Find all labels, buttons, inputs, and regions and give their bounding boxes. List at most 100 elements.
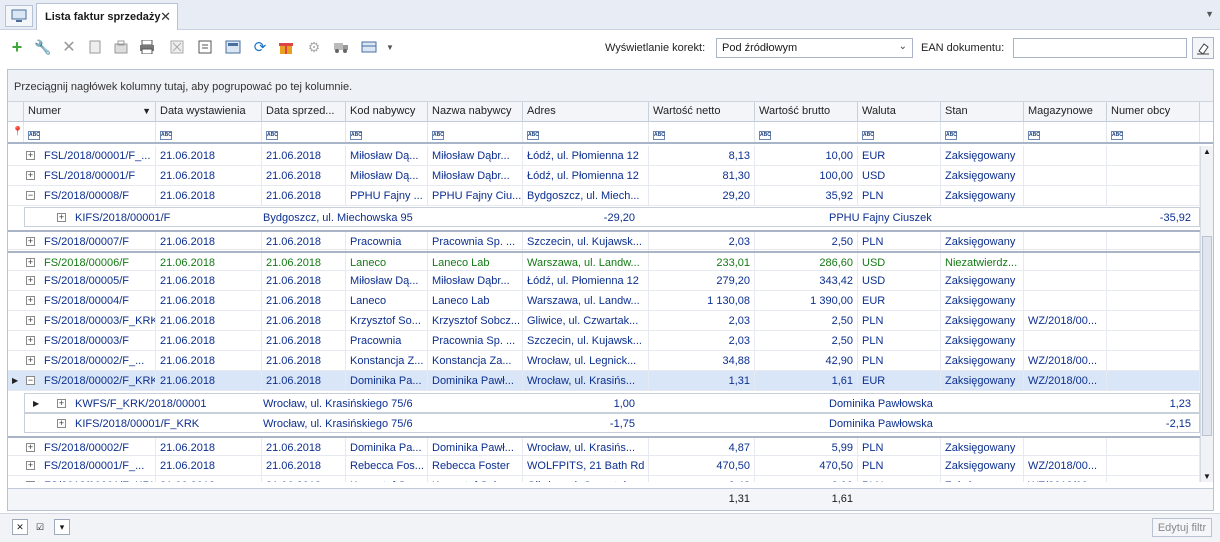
korekty-select[interactable]: Pod źródłowym ⌄ bbox=[716, 38, 913, 58]
table-row[interactable]: +FS/2018/00001/F_KRK21.06.201821.06.2018… bbox=[8, 476, 1200, 482]
filter-cell[interactable]: ABC bbox=[1024, 122, 1107, 142]
table-row[interactable]: − FS/2018/00008/F 21.06.2018 21.06.2018 PPHU… bbox=[8, 186, 1200, 206]
collapse-icon[interactable]: − bbox=[26, 191, 35, 200]
gift-icon[interactable] bbox=[277, 38, 295, 56]
group-panel[interactable]: Przeciągnij nagłówek kolumny tutaj, aby … bbox=[8, 70, 1213, 102]
column-header-numer[interactable]: Numer ▼ bbox=[24, 102, 156, 122]
filter-cell[interactable]: ABC bbox=[428, 122, 523, 142]
expand-icon[interactable]: + bbox=[26, 276, 35, 285]
cell-waluta: PLN bbox=[858, 311, 941, 331]
cell-mag: WZ/2018/00... bbox=[1024, 456, 1107, 476]
scroll-down-icon[interactable]: ▼ bbox=[1203, 472, 1211, 481]
cell-brutto: 286,60 bbox=[755, 253, 858, 273]
column-header-stan[interactable]: Stan bbox=[941, 102, 1024, 122]
expand-icon[interactable]: + bbox=[26, 443, 35, 452]
correction-row[interactable]: + KIFS/2018/00001/F Bydgoszcz, ul. Miechow… bbox=[24, 207, 1200, 227]
column-header-kod-nabywcy[interactable]: Kod nabywcy bbox=[346, 102, 428, 122]
expand-icon[interactable]: + bbox=[26, 336, 35, 345]
cell-brutto: 42,90 bbox=[755, 351, 858, 371]
column-header-numer-obcy[interactable]: Numer obcy bbox=[1107, 102, 1200, 122]
expand-icon[interactable]: + bbox=[26, 481, 35, 482]
filter-cell[interactable]: ABC bbox=[858, 122, 941, 142]
expand-icon[interactable]: + bbox=[26, 151, 35, 160]
cell-nazwa: Krzysztof Sobcz... bbox=[428, 311, 523, 331]
vertical-scrollbar[interactable]: ▲ ▼ bbox=[1200, 146, 1213, 482]
link-icon[interactable]: ⚙ bbox=[305, 38, 323, 56]
table-row[interactable]: + FSL/2018/00001/F_... 21.06.2018 21.06.201… bbox=[8, 146, 1200, 166]
column-header-nazwa-nabywcy[interactable]: Nazwa nabywcy bbox=[428, 102, 523, 122]
column-header-wartosc-brutto[interactable]: Wartość brutto bbox=[755, 102, 858, 122]
calculator-icon[interactable] bbox=[224, 38, 242, 56]
expand-icon[interactable]: + bbox=[26, 258, 35, 267]
correction-row[interactable]: ▶ + KWFS/F_KRK/2018/00001 Wrocław, ul. Kras… bbox=[24, 393, 1200, 413]
scroll-up-icon[interactable]: ▲ bbox=[1203, 147, 1211, 156]
document-icon[interactable] bbox=[86, 38, 104, 56]
cancel-doc-icon[interactable] bbox=[168, 38, 186, 56]
table-row[interactable]: + FS/2018/00007/F 21.06.2018 21.06.2018 Prac… bbox=[8, 230, 1200, 252]
clear-filter-icon[interactable]: ✕ bbox=[12, 519, 28, 535]
correction-row[interactable]: + KIFS/2018/00001/F_KRK Wrocław, ul. Krasi… bbox=[24, 413, 1200, 433]
table-row[interactable]: + FS/2018/00004/F 21.06.2018 21.06.2018 Lane… bbox=[8, 291, 1200, 311]
expand-icon[interactable]: + bbox=[26, 316, 35, 325]
cell-kod: Krzysztof So... bbox=[346, 311, 428, 331]
column-header-wartosc-netto[interactable]: Wartość netto bbox=[649, 102, 755, 122]
filter-cell[interactable]: ABC bbox=[941, 122, 1024, 142]
monitor-icon[interactable] bbox=[5, 5, 33, 27]
print-icon[interactable] bbox=[138, 38, 156, 56]
close-icon[interactable]: ✕ bbox=[160, 9, 171, 25]
expand-icon[interactable]: + bbox=[26, 296, 35, 305]
table-row[interactable]: ▶ − FS/2018/00002/F_KRK 21.06.2018 21.06.201… bbox=[8, 371, 1200, 391]
chevron-down-icon[interactable]: ⌄ bbox=[899, 41, 907, 52]
expand-icon[interactable]: + bbox=[26, 237, 35, 246]
edit-filter-button[interactable]: Edytuj filtr bbox=[1152, 518, 1212, 537]
delete-icon[interactable]: ✕ bbox=[60, 38, 78, 56]
table-row[interactable]: + FS/2018/00003/F 21.06.2018 21.06.2018 Prac… bbox=[8, 331, 1200, 351]
table-row[interactable]: + FS/2018/00002/F 21.06.2018 21.06.2018 Domi… bbox=[8, 436, 1200, 458]
bag-icon[interactable] bbox=[112, 38, 130, 56]
expand-icon[interactable]: + bbox=[57, 399, 66, 408]
expand-icon[interactable]: + bbox=[26, 461, 35, 470]
filter-dropdown-icon[interactable]: ▾ bbox=[54, 519, 70, 535]
filter-cell[interactable]: ABC bbox=[346, 122, 428, 142]
chevron-down-icon[interactable]: ▼ bbox=[1205, 9, 1214, 19]
filter-cell[interactable]: ABC bbox=[262, 122, 346, 142]
column-header-data-sprzedazy[interactable]: Data sprzed... bbox=[262, 102, 346, 122]
eraser-icon[interactable] bbox=[1192, 37, 1214, 59]
ean-input[interactable] bbox=[1013, 38, 1187, 58]
table-row[interactable]: + FS/2018/00001/F_... 21.06.2018 21.06.2018… bbox=[8, 456, 1200, 476]
column-header-waluta[interactable]: Waluta bbox=[858, 102, 941, 122]
cell-kod: Laneco bbox=[346, 291, 428, 311]
filter-cell[interactable]: ABC bbox=[24, 122, 156, 142]
filter-cell[interactable]: ABC bbox=[649, 122, 755, 142]
expand-icon[interactable]: + bbox=[57, 419, 66, 428]
expand-icon[interactable]: + bbox=[26, 356, 35, 365]
column-header-adres[interactable]: Adres bbox=[523, 102, 649, 122]
cell-obcy bbox=[1107, 253, 1200, 273]
table-row[interactable]: + FS/2018/00003/F_KRK 21.06.2018 21.06.2018… bbox=[8, 311, 1200, 331]
text-filter-icon: ABC bbox=[266, 131, 278, 140]
collapse-icon[interactable]: − bbox=[26, 376, 35, 385]
refresh-icon[interactable]: ⟳ bbox=[251, 38, 269, 56]
filter-cell[interactable]: ABC bbox=[156, 122, 262, 142]
truck-icon[interactable] bbox=[332, 38, 350, 56]
table-row[interactable]: + FS/2018/00005/F 21.06.2018 21.06.2018 Miło… bbox=[8, 271, 1200, 291]
column-header-data-wystawienia[interactable]: Data wystawienia bbox=[156, 102, 262, 122]
checkbox-filter[interactable]: ☑ bbox=[32, 519, 48, 535]
scroll-thumb[interactable] bbox=[1202, 236, 1212, 436]
table-row[interactable]: + FS/2018/00006/F 21.06.2018 21.06.2018 Lane… bbox=[8, 251, 1200, 273]
filter-cell[interactable]: ABC bbox=[755, 122, 858, 142]
tab-lista-faktur[interactable]: Lista faktur sprzedaży ✕ bbox=[36, 3, 178, 30]
table-icon[interactable] bbox=[360, 38, 378, 56]
filter-cell[interactable]: ABC bbox=[1107, 122, 1200, 142]
dropdown-arrow-icon[interactable]: ▼ bbox=[381, 38, 399, 56]
export-icon[interactable] bbox=[196, 38, 214, 56]
expand-icon[interactable]: + bbox=[26, 171, 35, 180]
table-row[interactable]: + FS/2018/00002/F_... 21.06.2018 21.06.2018… bbox=[8, 351, 1200, 371]
column-header-magazynowe[interactable]: Magazynowe bbox=[1024, 102, 1107, 122]
wrench-icon[interactable]: 🔧 bbox=[34, 38, 52, 56]
expand-icon[interactable]: + bbox=[57, 213, 66, 222]
filter-cell[interactable]: ABC bbox=[523, 122, 649, 142]
cell-nazwa: Dominika Pawłowska bbox=[829, 418, 933, 430]
add-icon[interactable]: + bbox=[8, 37, 26, 57]
table-row[interactable]: + FSL/2018/00001/F 21.06.2018 21.06.2018 Mił… bbox=[8, 166, 1200, 186]
